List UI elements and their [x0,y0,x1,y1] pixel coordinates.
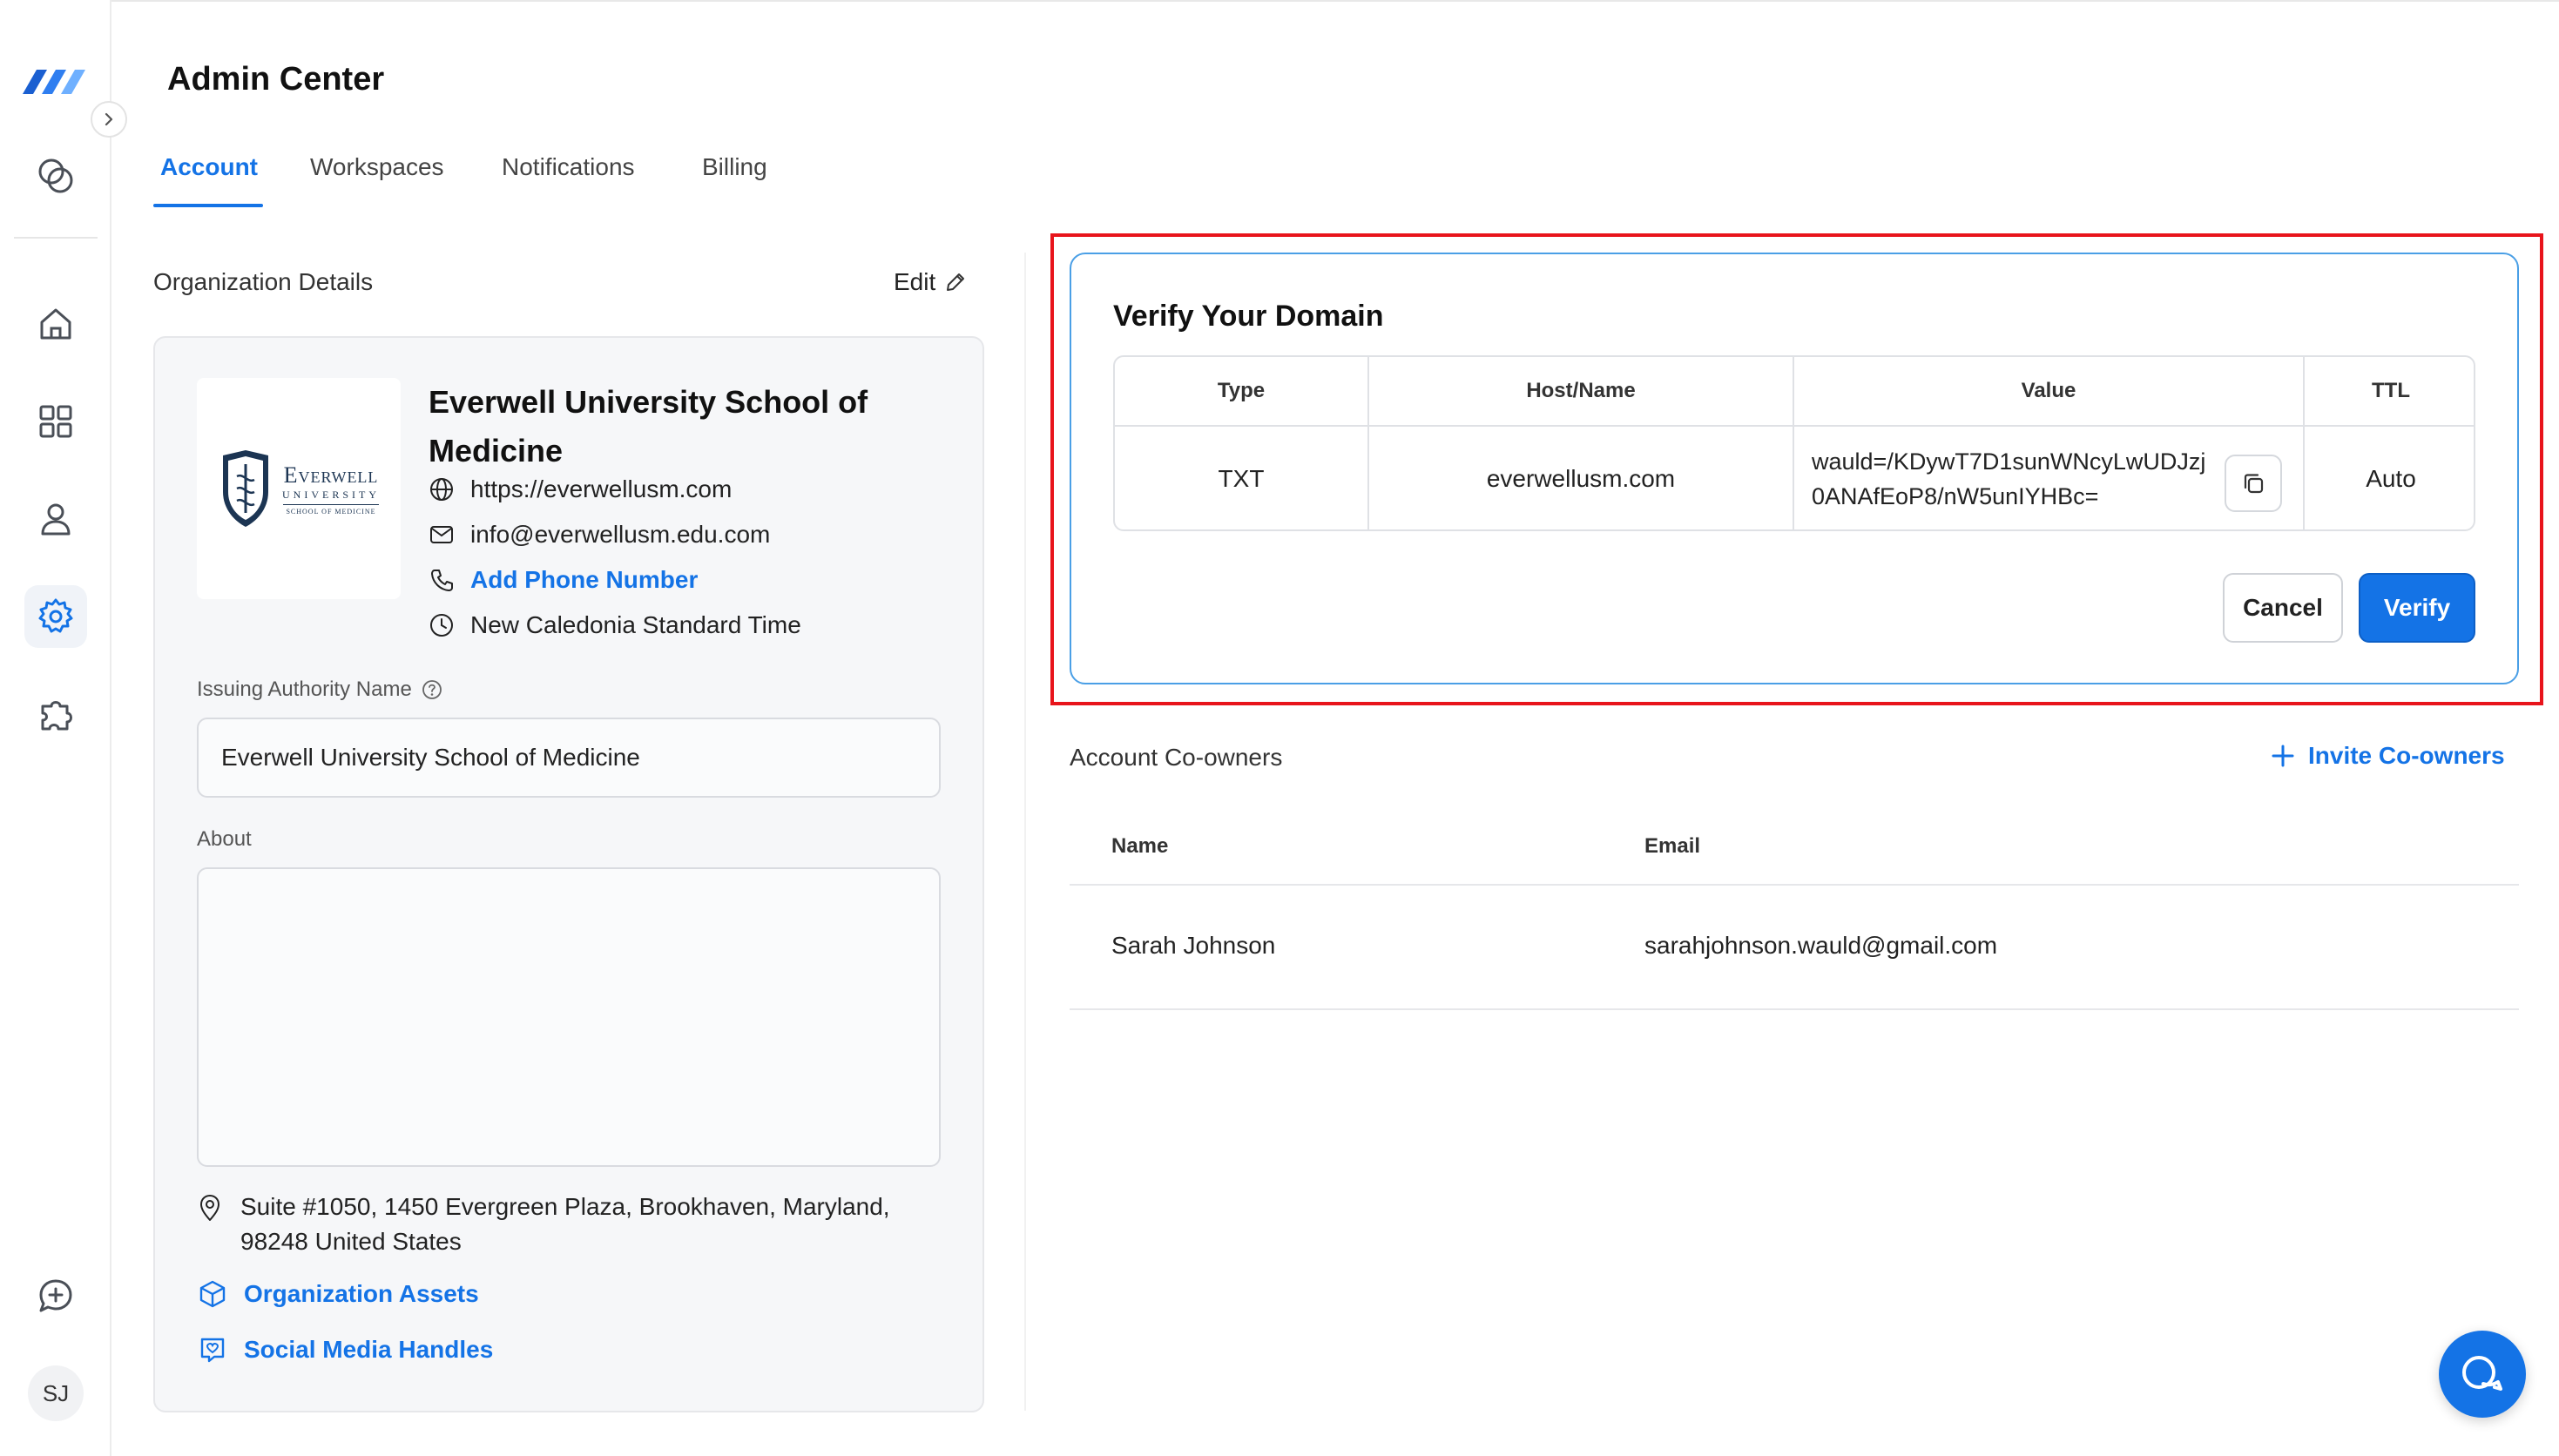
issuing-authority-input[interactable]: Everwell University School of Medicine [197,718,941,798]
invite-coowners-button[interactable]: Invite Co-owners [2270,742,2505,770]
org-logo: Everwell University School of Medicine [197,378,401,599]
verify-button[interactable]: Verify [2359,573,2475,643]
org-email: info@everwellusm.edu.com [429,521,770,549]
add-phone-label: Add Phone Number [470,566,699,593]
issuing-authority-label: Issuing Authority Name [197,677,443,702]
help-icon [422,680,442,699]
coowners-heading: Account Co-owners [1070,744,1283,771]
timezone-text: New Caledonia Standard Time [470,611,801,638]
coowners-col-name: Name [1111,834,1169,858]
active-tab-indicator [153,204,263,207]
tab-workspaces[interactable]: Workspaces [310,153,444,181]
add-phone-link[interactable]: Add Phone Number [429,566,698,594]
dns-ttl: Auto [2366,465,2416,492]
sidebar-item-home[interactable] [24,293,87,355]
coowner-email: sarahjohnson.wauld@gmail.com [1644,932,1998,959]
org-details-heading: Organization Details [153,268,374,295]
org-website: https://everwellusm.com [429,475,732,503]
issuing-authority-label-text: Issuing Authority Name [197,677,412,701]
coowners-header-divider [1070,884,2519,886]
website-text: https://everwellusm.com [470,475,733,502]
sidebar-item-apps[interactable] [24,390,87,453]
avatar-initials: SJ [42,1379,70,1406]
gear-icon [38,598,73,633]
tab-account[interactable]: Account [160,153,258,181]
dns-header-host: Host/Name [1369,357,1794,427]
avatar[interactable]: SJ [28,1365,84,1421]
column-divider [1024,253,1026,1411]
globe-icon [430,478,453,501]
logo-tagline: School of Medicine [286,507,376,516]
invite-coowners-label: Invite Co-owners [2308,742,2505,769]
organization-assets-link[interactable]: Organization Assets [197,1278,479,1310]
grid-icon [39,405,72,438]
sidebar-item-settings[interactable] [24,585,87,648]
edit-label: Edit [894,268,936,295]
coowners-col-email: Email [1644,834,1701,858]
org-timezone: New Caledonia Standard Time [429,611,801,639]
clock-icon [430,614,453,637]
heart-chat-icon [200,1338,225,1363]
top-border [0,0,2559,2]
about-label: About [197,827,252,851]
sidebar-item-feedback[interactable] [24,1264,87,1327]
dns-type: TXT [1115,427,1369,529]
org-name: Everwell University School of Medicine [429,384,868,468]
address-text: Suite #1050, 1450 Evergreen Plaza, Brook… [240,1193,890,1255]
phone-icon [431,570,453,591]
dns-header-type: Type [1115,357,1369,427]
dns-header-value: Value [1794,357,2305,427]
plus-icon [2272,745,2294,767]
copy-value-button[interactable] [2225,455,2282,512]
org-address: Suite #1050, 1450 Evergreen Plaza, Brook… [197,1190,928,1259]
copy-icon [2244,474,2264,494]
dns-host: everwellusm.com [1369,427,1794,529]
organization-assets-label: Organization Assets [244,1280,479,1307]
issuing-authority-value: Everwell University School of Medicine [221,744,640,771]
chat-bubbles-icon [2462,1356,2502,1391]
sidebar-item-users[interactable] [24,488,87,550]
email-text: info@everwellusm.edu.com [470,521,771,548]
logo-wordmark: Everwell [283,462,379,488]
coowners-row-divider [1070,1008,2519,1010]
social-media-label: Social Media Handles [244,1336,494,1363]
dns-record-table: Type Host/Name Value TTL TXT everwellusm… [1113,355,2475,531]
about-textarea[interactable] [197,867,941,1167]
support-chat-button[interactable] [2439,1331,2526,1418]
chat-plus-icon [39,1279,72,1312]
coowner-name: Sarah Johnson [1111,932,1276,959]
logo-subtitle: University [282,488,380,501]
app-logo[interactable] [17,64,91,99]
user-icon [41,503,71,536]
verify-domain-title: Verify Your Domain [1113,300,1384,333]
circles-icon [38,158,73,193]
chevron-right-icon [105,112,113,126]
sidebar-item-workspaces-switch[interactable] [24,145,87,207]
pencil-icon [947,273,965,291]
home-icon [40,308,71,340]
sidebar-expand-button[interactable] [91,101,127,138]
cube-icon [199,1280,226,1308]
shield-crest-icon [223,450,268,527]
map-pin-icon [200,1195,219,1221]
tab-billing[interactable]: Billing [702,153,767,181]
edit-org-button[interactable]: Edit [894,268,967,296]
tab-notifications[interactable]: Notifications [502,153,635,181]
cancel-button[interactable]: Cancel [2223,573,2343,643]
puzzle-icon [41,701,72,731]
mail-icon [430,526,453,543]
social-media-link[interactable]: Social Media Handles [197,1334,493,1365]
sidebar-item-integrations[interactable] [24,683,87,745]
logo-rule [283,503,379,505]
page-title: Admin Center [167,61,385,98]
sidebar-divider [14,237,98,239]
dns-header-ttl: TTL [2305,357,2474,427]
